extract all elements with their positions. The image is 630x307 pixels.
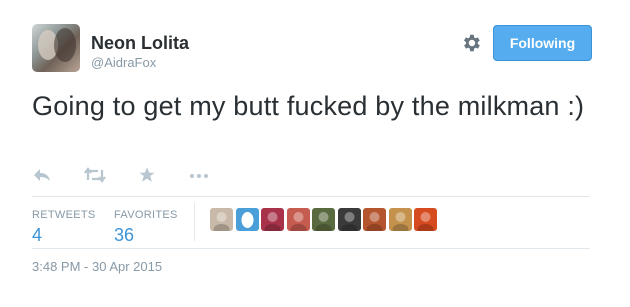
user-avatar[interactable] bbox=[414, 208, 437, 234]
default-egg-avatar[interactable] bbox=[235, 208, 259, 231]
retweets-label: RETWEETS bbox=[32, 209, 96, 221]
more-dots-icon[interactable] bbox=[189, 166, 211, 186]
user-fullname[interactable]: Neon Lolita bbox=[91, 33, 189, 54]
stats-separator bbox=[194, 203, 195, 241]
tweet-card: Neon Lolita @AidraFox Following Going to… bbox=[0, 0, 630, 307]
user-avatar[interactable] bbox=[210, 208, 233, 234]
user-avatar[interactable] bbox=[286, 208, 310, 234]
divider bbox=[32, 248, 590, 249]
retweets-count[interactable]: 4 bbox=[32, 225, 96, 246]
user-handle[interactable]: @AidraFox bbox=[91, 55, 156, 70]
user-avatar[interactable] bbox=[261, 208, 284, 234]
favorite-star-icon[interactable] bbox=[138, 166, 160, 186]
tweet-timestamp[interactable]: 3:48 PM - 30 Apr 2015 bbox=[32, 259, 162, 274]
retweet-icon[interactable] bbox=[84, 166, 106, 186]
retweets-stat[interactable]: RETWEETS 4 bbox=[32, 205, 96, 246]
favorites-label: FAVORITES bbox=[114, 209, 178, 221]
divider bbox=[32, 196, 590, 197]
tweet-text: Going to get my butt fucked by the milkm… bbox=[32, 91, 585, 121]
user-avatar[interactable] bbox=[312, 208, 335, 234]
user-avatar[interactable] bbox=[388, 208, 412, 234]
reply-icon[interactable] bbox=[32, 166, 54, 186]
user-avatar[interactable] bbox=[363, 208, 386, 234]
gear-icon[interactable] bbox=[460, 32, 482, 54]
favorites-count[interactable]: 36 bbox=[114, 225, 178, 246]
favorites-stat[interactable]: FAVORITES 36 bbox=[114, 205, 178, 246]
user-avatar[interactable] bbox=[337, 208, 361, 234]
avatar[interactable] bbox=[32, 24, 80, 72]
following-button[interactable]: Following bbox=[493, 25, 592, 61]
